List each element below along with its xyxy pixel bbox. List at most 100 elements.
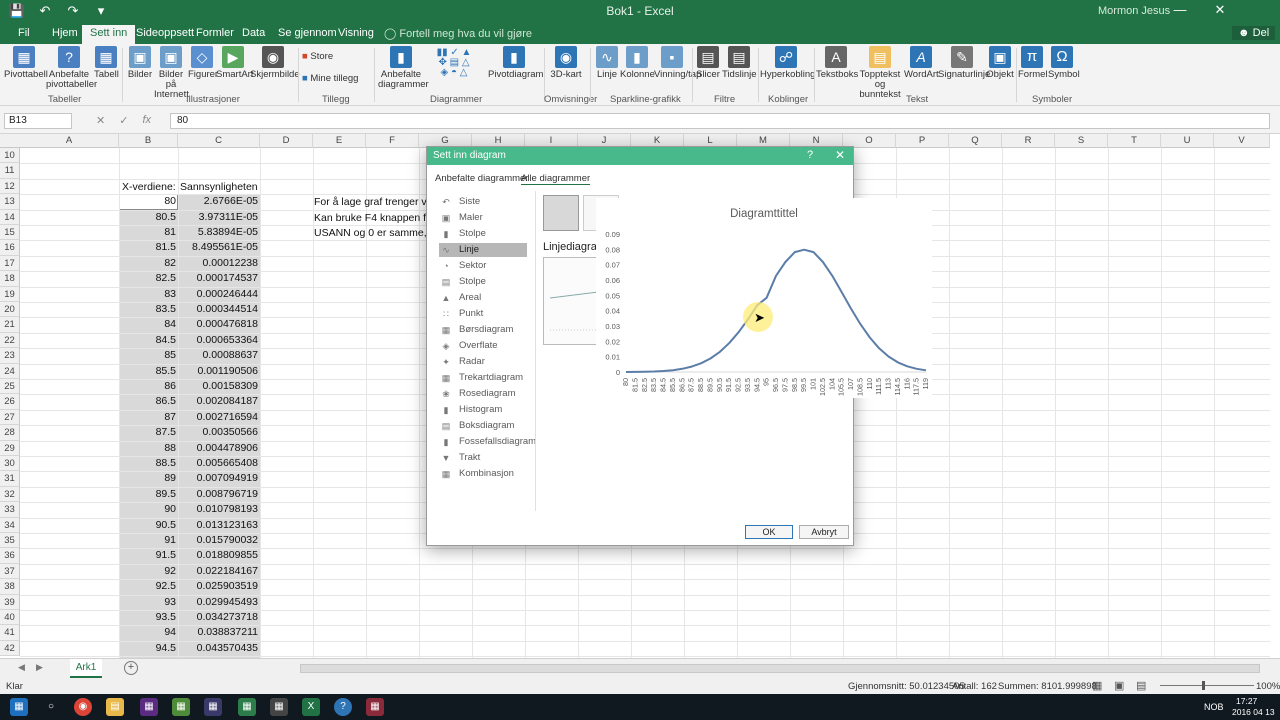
zoom-level[interactable]: 100%	[1256, 681, 1280, 692]
cell-probability[interactable]: 0.004478906	[179, 441, 258, 456]
store-button[interactable]: ■ Store	[302, 52, 342, 62]
textbox-button[interactable]: A Tekstboks	[816, 46, 858, 80]
row-header-17[interactable]: 17	[0, 255, 20, 272]
row-header-25[interactable]: 25	[0, 379, 20, 395]
column-header-s[interactable]: S	[1055, 134, 1108, 148]
row-header-16[interactable]: 16	[0, 240, 20, 256]
note-line-2[interactable]: Kan bruke F4 knappen fo	[314, 211, 432, 226]
row-header-21[interactable]: 21	[0, 317, 20, 333]
row-header-18[interactable]: 18	[0, 271, 20, 287]
cell-probability[interactable]: 0.005665408	[179, 456, 258, 471]
cell-probability[interactable]: 5.83894E-05	[179, 225, 258, 240]
cancel-icon[interactable]: ✕	[96, 114, 105, 127]
chrome-icon[interactable]: ◉	[74, 698, 92, 716]
windows-start-icon[interactable]: ▦	[10, 698, 28, 716]
pictures-button[interactable]: ▣ Bilder	[126, 46, 154, 80]
signature-button[interactable]: ✎ Signaturlinje	[938, 46, 990, 80]
cell-x-value[interactable]: 89.5	[120, 487, 176, 502]
cell-x-value[interactable]: 92.5	[120, 579, 176, 594]
column-header-r[interactable]: R	[1002, 134, 1055, 148]
equation-button[interactable]: π Formel	[1018, 46, 1048, 80]
cell-probability[interactable]: 0.007094919	[179, 471, 258, 486]
scroll-right-icon[interactable]: ▶	[36, 662, 43, 673]
cell-x-value[interactable]: 90	[120, 502, 176, 517]
cell-x-value[interactable]: 86.5	[120, 394, 176, 409]
cell-probability[interactable]: 8.495561E-05	[179, 240, 258, 255]
cell-x-value[interactable]: 84	[120, 317, 176, 332]
table-button[interactable]: ▦ Tabell	[94, 46, 119, 80]
row-header-38[interactable]: 38	[0, 579, 20, 595]
cell-probability[interactable]: 3.97311E-05	[179, 210, 258, 225]
note-line-3[interactable]: USANN og 0 er samme,	[314, 226, 427, 241]
minimize-icon[interactable]: —	[1160, 2, 1200, 18]
cell-probability[interactable]: 0.010798193	[179, 502, 258, 517]
column-header-b[interactable]: B	[119, 134, 178, 148]
header-probability[interactable]: Sannsynligheten	[180, 180, 258, 195]
cell-probability[interactable]: 0.008796719	[179, 487, 258, 502]
cell-x-value[interactable]: 86	[120, 379, 176, 394]
column-header-f[interactable]: F	[366, 134, 419, 148]
row-header-40[interactable]: 40	[0, 610, 20, 626]
pivotchart-button[interactable]: ▮ Pivotdiagram	[488, 46, 543, 80]
app-icon[interactable]: ▦	[238, 698, 256, 716]
cell-x-value[interactable]: 84.5	[120, 333, 176, 348]
zoom-slider[interactable]	[1160, 685, 1254, 686]
tab-file[interactable]: Fil	[10, 25, 38, 44]
slicer-button[interactable]: ▤ Slicer	[696, 46, 720, 80]
chart-type-sektor[interactable]: ◔ Sektor	[439, 259, 527, 273]
row-header-26[interactable]: 26	[0, 394, 20, 410]
row-header-30[interactable]: 30	[0, 456, 20, 472]
cell-probability[interactable]: 0.002084187	[179, 394, 258, 409]
search-icon[interactable]: ○	[42, 698, 60, 716]
app-icon[interactable]: ▦	[140, 698, 158, 716]
chart-type-kombinasjon[interactable]: ▦ Kombinasjon	[439, 467, 527, 481]
chart-type-rosediagram[interactable]: ❀ Rosediagram	[439, 387, 527, 401]
cell-x-value[interactable]: 91	[120, 533, 176, 548]
row-header-15[interactable]: 15	[0, 225, 20, 241]
zoom-thumb[interactable]	[1202, 681, 1205, 690]
cell-x-value[interactable]: 91.5	[120, 548, 176, 563]
online-pictures-button[interactable]: ▣ Bilder på Internett	[154, 46, 189, 100]
pivottable-button[interactable]: ▦ Pivottabell	[4, 46, 48, 80]
sparkline-line-button[interactable]: ∿ Linje	[594, 46, 620, 80]
chart-gallery[interactable]: ▮▮ ✓ ▲ ✥ ▤ △ ◈ ◓ △	[424, 48, 484, 78]
cell-x-value[interactable]: 93	[120, 595, 176, 610]
chart-type-boksdiagram[interactable]: ▤ Boksdiagram	[439, 419, 527, 433]
chart-type-linje[interactable]: ∿ Linje	[439, 243, 527, 257]
cell-probability[interactable]: 0.013123163	[179, 518, 258, 533]
clock-date[interactable]: 2016 04 13	[1232, 707, 1275, 717]
row-header-24[interactable]: 24	[0, 363, 20, 379]
cell-x-value[interactable]: 88	[120, 441, 176, 456]
line-subtype-selected[interactable]	[543, 195, 579, 231]
shapes-button[interactable]: ◇ Figurer	[188, 46, 218, 80]
app-icon[interactable]: ▦	[270, 698, 288, 716]
column-header-e[interactable]: E	[313, 134, 366, 148]
app-icon[interactable]: ▦	[204, 698, 222, 716]
row-header-19[interactable]: 19	[0, 286, 20, 302]
chart-type-stolpe[interactable]: ▮ Stolpe	[439, 227, 527, 241]
row-header-13[interactable]: 13	[0, 194, 20, 210]
cell-probability[interactable]: 0.002716594	[179, 410, 258, 425]
row-header-34[interactable]: 34	[0, 517, 20, 533]
row-header-27[interactable]: 27	[0, 409, 20, 426]
row-header-41[interactable]: 41	[0, 625, 20, 641]
chart-type-areal[interactable]: ▲ Areal	[439, 291, 527, 305]
cell-x-value[interactable]: 94.5	[120, 641, 176, 656]
chart-type-trekartdiagram[interactable]: ▦ Trekartdiagram	[439, 371, 527, 385]
horizontal-scrollbar[interactable]	[300, 664, 1260, 673]
cell-probability[interactable]: 0.038837211	[179, 625, 258, 640]
column-header-v[interactable]: V	[1214, 134, 1270, 148]
cell-probability[interactable]: 0.000246444	[179, 287, 258, 302]
row-header-22[interactable]: 22	[0, 332, 20, 349]
tab-data[interactable]: Data	[234, 25, 273, 44]
normal-view-icon[interactable]: ▦	[1092, 679, 1102, 692]
wordart-button[interactable]: A WordArt	[904, 46, 939, 80]
recommended-pivot-button[interactable]: ? Anbefalte pivottabeller	[46, 46, 97, 90]
timeline-button[interactable]: ▤ Tidslinje	[722, 46, 757, 80]
row-header-29[interactable]: 29	[0, 440, 20, 456]
cell-x-value[interactable]: 93.5	[120, 610, 176, 625]
header-x-values[interactable]: X-verdiene:	[122, 180, 176, 195]
chart-type-fossefallsdiagram[interactable]: ▮ Fossefallsdiagram	[439, 435, 537, 449]
fx-icon[interactable]: fx	[142, 114, 151, 127]
cell-x-value[interactable]: 80	[120, 194, 176, 209]
